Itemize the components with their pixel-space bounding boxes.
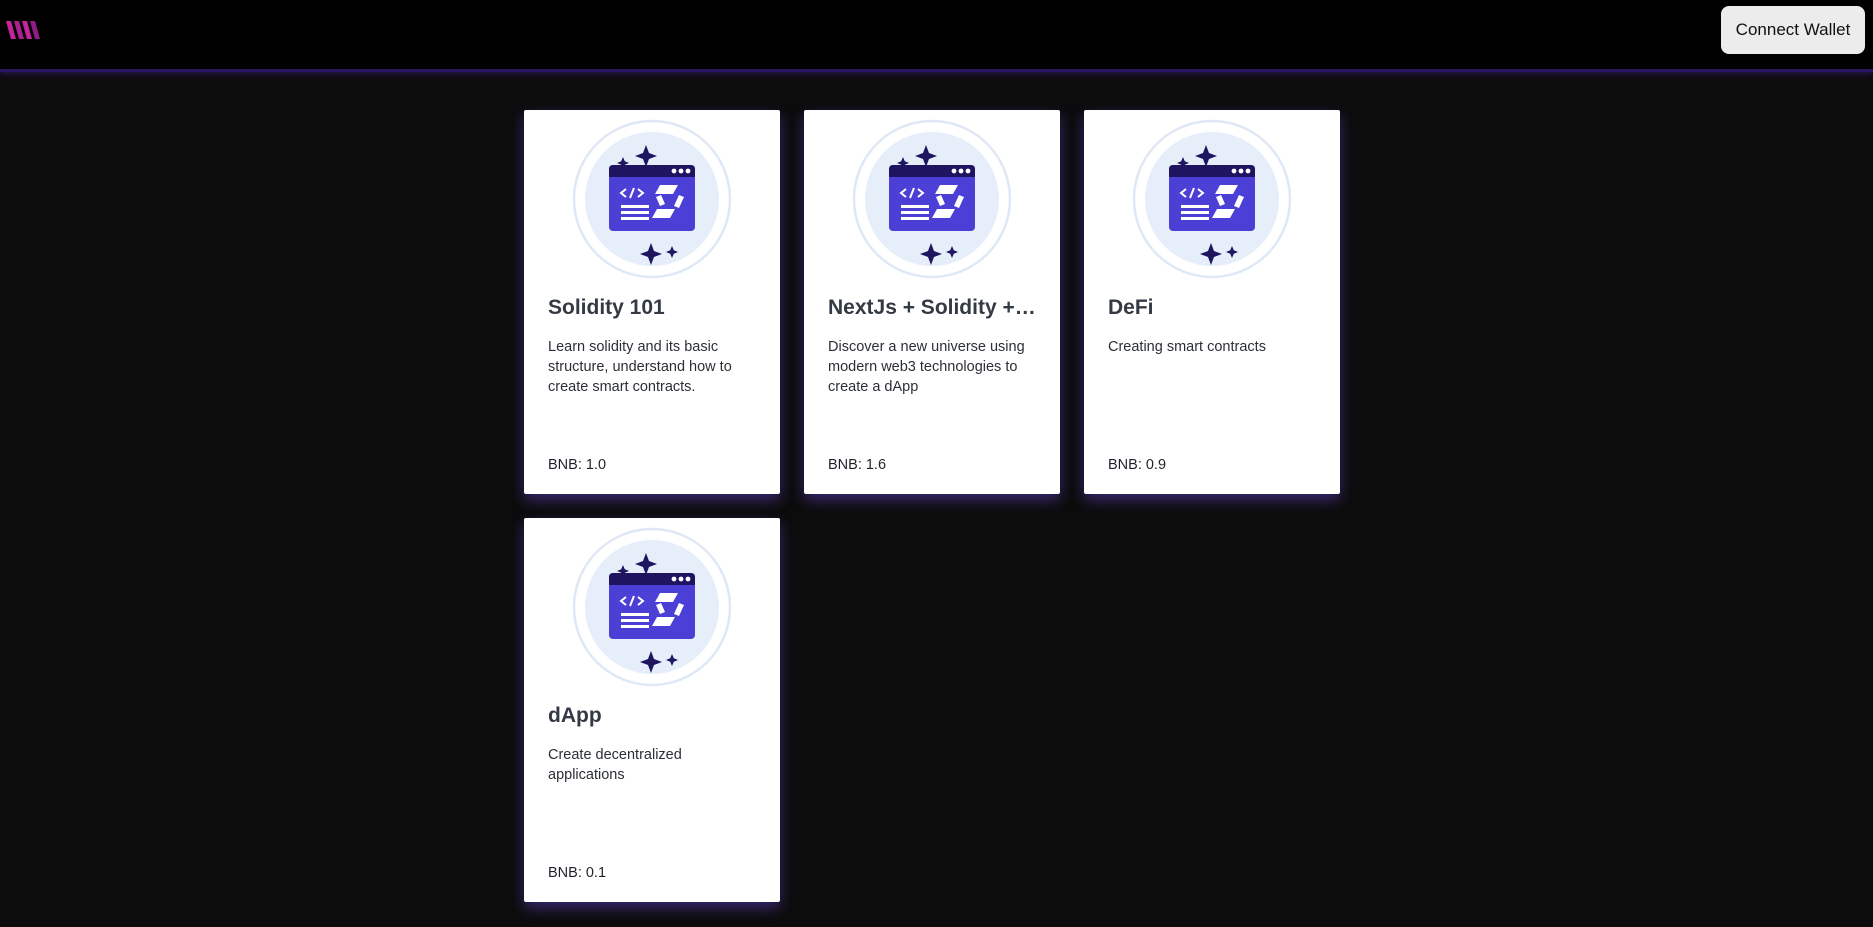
course-description: Create decentralized applications: [548, 747, 682, 783]
code-window-icon: [572, 119, 732, 279]
course-price: BNB: 1.0: [548, 457, 607, 473]
course-description: Learn solidity and its basic structure, …: [548, 339, 732, 395]
course-title: DeFi: [1108, 296, 1154, 319]
course-title: NextJs + Solidity + Hardhat: [828, 296, 1038, 319]
course-card[interactable]: NextJs + Solidity + Hardhat Discover a n…: [804, 110, 1060, 494]
code-window-icon: [1132, 119, 1292, 279]
code-window-icon: [572, 527, 732, 687]
course-card[interactable]: DeFi Creating smart contracts BNB: 0.9: [1084, 110, 1340, 494]
course-price: BNB: 0.1: [548, 865, 607, 881]
course-description: Creating smart contracts: [1108, 339, 1266, 355]
course-price: BNB: 1.6: [828, 457, 887, 473]
code-window-icon: [852, 119, 1012, 279]
course-title: Solidity 101: [548, 296, 665, 319]
course-grid: Solidity 101 Learn solidity and its basi…: [524, 110, 1344, 902]
course-description: Discover a new universe using modern web…: [828, 339, 1025, 395]
course-title: dApp: [548, 704, 602, 727]
top-nav-bar: Connect Wallet: [0, 0, 1873, 72]
course-card[interactable]: dApp Create decentralized applications B…: [524, 518, 780, 902]
connect-wallet-button[interactable]: Connect Wallet: [1721, 6, 1865, 54]
course-card[interactable]: Solidity 101 Learn solidity and its basi…: [524, 110, 780, 494]
course-price: BNB: 0.9: [1108, 457, 1167, 473]
brand-logo-icon[interactable]: [6, 18, 40, 42]
